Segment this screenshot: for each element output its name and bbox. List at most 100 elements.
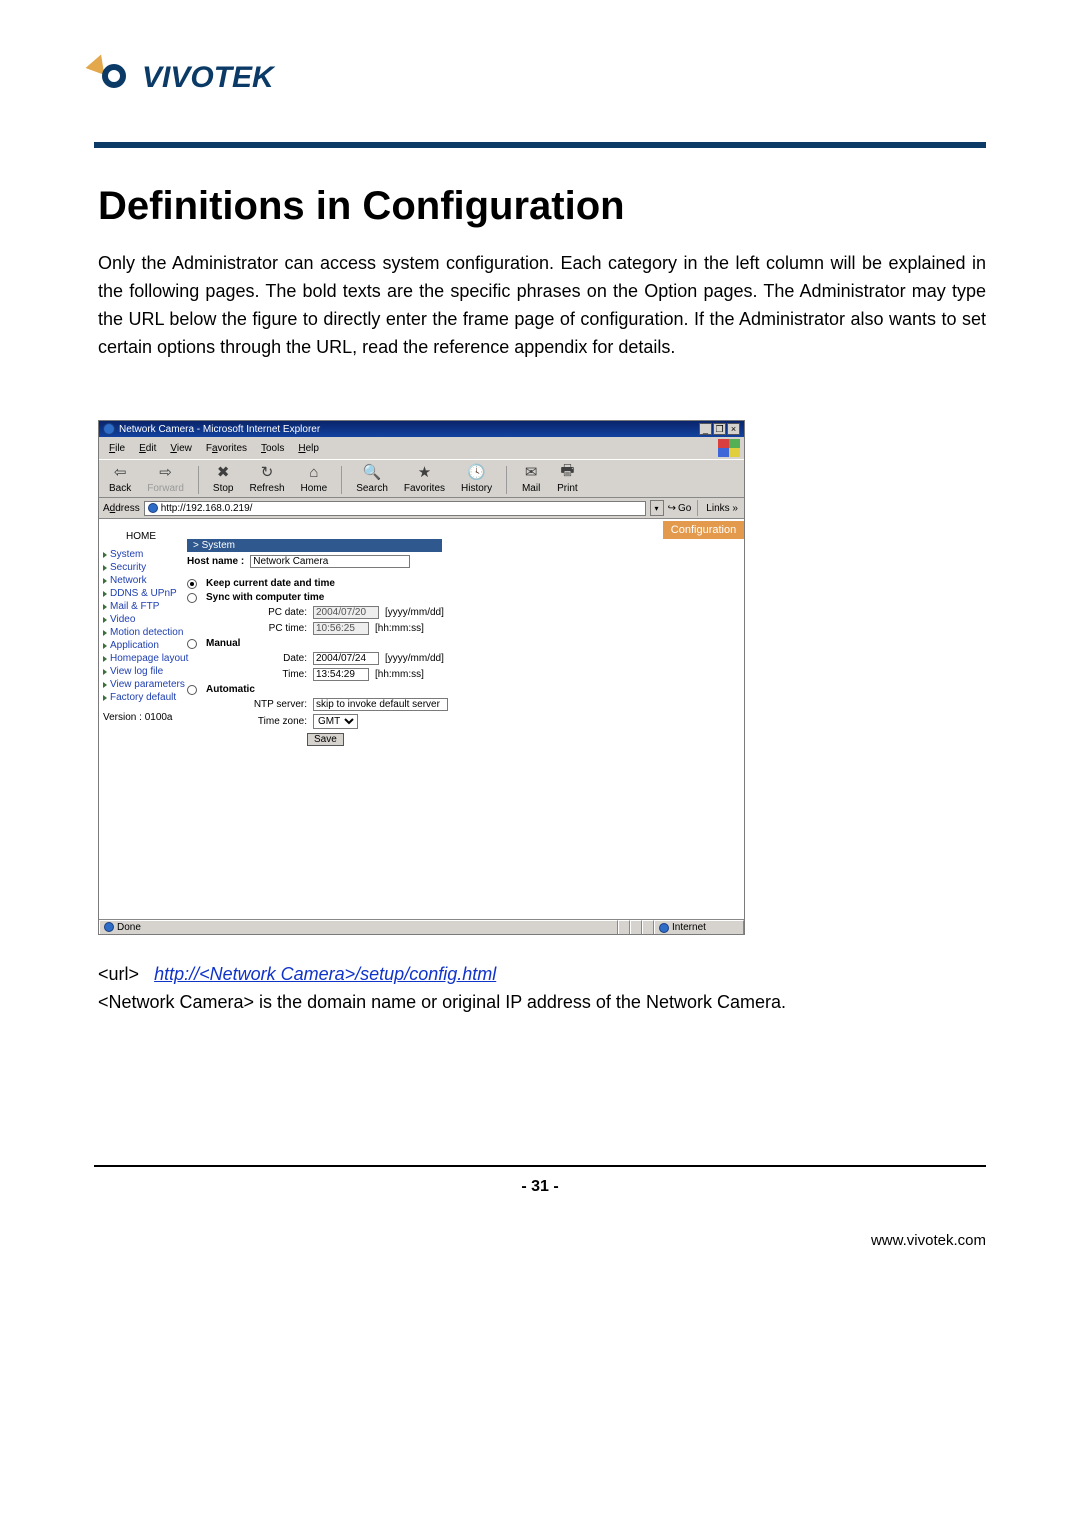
arrow-icon [103, 578, 107, 584]
favorites-icon: ★ [414, 462, 434, 482]
keep-current-label: Keep current date and time [206, 578, 335, 589]
radio-automatic[interactable] [187, 685, 197, 695]
sidebar-item-params[interactable]: View parameters [101, 678, 181, 691]
history-button[interactable]: 🕓History [457, 462, 496, 494]
configuration-banner: Configuration [663, 521, 744, 539]
windows-flag-icon [718, 439, 740, 457]
links-label[interactable]: Links » [704, 503, 740, 514]
done-icon [104, 922, 114, 932]
address-dropdown[interactable]: ▾ [650, 500, 664, 516]
domain-note: <Network Camera> is the domain name or o… [98, 992, 986, 1013]
page-number: - 31 - [0, 1178, 1080, 1196]
arrow-icon [103, 565, 107, 571]
menu-edit[interactable]: Edit [133, 442, 162, 455]
minimize-button[interactable]: _ [699, 423, 712, 435]
favorites-button[interactable]: ★Favorites [400, 462, 449, 494]
address-input[interactable]: http://192.168.0.219/ [144, 501, 646, 516]
pc-date-label: PC date: [227, 607, 307, 618]
go-button[interactable]: ↪Go [668, 503, 692, 514]
arrow-icon [103, 669, 107, 675]
sidebar-item-security[interactable]: Security [101, 561, 181, 574]
arrow-icon [103, 604, 107, 610]
automatic-label: Automatic [206, 684, 255, 695]
address-label: Address [103, 503, 140, 514]
ntp-server-label: NTP server: [227, 699, 307, 710]
timezone-label: Time zone: [227, 716, 307, 727]
manual-date-input[interactable] [313, 652, 379, 665]
sidebar-item-logfile[interactable]: View log file [101, 665, 181, 678]
arrow-icon [103, 656, 107, 662]
manual-time-label: Time: [227, 669, 307, 680]
search-button[interactable]: 🔍Search [352, 462, 392, 494]
refresh-button[interactable]: ↻Refresh [246, 462, 289, 494]
radio-keep-current[interactable] [187, 579, 197, 589]
hostname-label: Host name : [187, 556, 244, 567]
sidebar-home[interactable]: HOME [101, 527, 181, 548]
menu-help[interactable]: Help [292, 442, 325, 455]
sidebar-item-video[interactable]: Video [101, 613, 181, 626]
sidebar-item-homepage[interactable]: Homepage layout [101, 652, 181, 665]
ntp-server-input[interactable] [313, 698, 448, 711]
arrow-icon [103, 695, 107, 701]
save-button[interactable]: Save [307, 733, 344, 746]
menu-favorites[interactable]: Favorites [200, 442, 253, 455]
browser-screenshot: Network Camera - Microsoft Internet Expl… [98, 420, 745, 935]
close-button[interactable]: × [727, 423, 740, 435]
page-content: HOME System Security Network DDNS & UPnP… [99, 519, 744, 919]
sidebar-item-factory[interactable]: Factory default [101, 691, 181, 704]
url-label: <url> [98, 964, 139, 984]
menu-tools[interactable]: Tools [255, 442, 290, 455]
mail-button[interactable]: ✉Mail [517, 462, 545, 494]
radio-manual[interactable] [187, 639, 197, 649]
timezone-select[interactable]: GMT [313, 714, 358, 729]
stop-button[interactable]: ✖Stop [209, 462, 238, 494]
radio-sync-computer[interactable] [187, 593, 197, 603]
menu-bar: File Edit View Favorites Tools Help [99, 437, 744, 459]
intro-paragraph: Only the Administrator can access system… [98, 250, 986, 362]
maximize-button[interactable]: ❐ [713, 423, 726, 435]
sidebar-item-mailftp[interactable]: Mail & FTP [101, 600, 181, 613]
url-reference-line: <url> http://<Network Camera>/setup/conf… [98, 964, 496, 985]
footer-divider [94, 1165, 986, 1167]
url-link[interactable]: http://<Network Camera>/setup/config.htm… [154, 964, 496, 984]
brand-logo: VIVOTEK [90, 58, 274, 98]
arrow-icon [103, 552, 107, 558]
home-icon: ⌂ [304, 462, 324, 482]
print-button[interactable]: 🖶Print [553, 462, 582, 494]
status-done: Done [117, 922, 141, 933]
sidebar-item-application[interactable]: Application [101, 639, 181, 652]
internet-zone-icon [659, 923, 669, 933]
sync-computer-label: Sync with computer time [206, 592, 324, 603]
manual-time-format: [hh:mm:ss] [375, 669, 424, 680]
menu-view[interactable]: View [164, 442, 198, 455]
stop-icon: ✖ [213, 462, 233, 482]
page-icon [148, 503, 158, 513]
status-bar: Done Internet [99, 919, 744, 934]
hostname-input[interactable] [250, 555, 410, 568]
sidebar-item-motion[interactable]: Motion detection [101, 626, 181, 639]
sidebar-item-ddns[interactable]: DDNS & UPnP [101, 587, 181, 600]
pc-time-format: [hh:mm:ss] [375, 623, 424, 634]
sidebar-item-system[interactable]: System [101, 548, 181, 561]
manual-date-format: [yyyy/mm/dd] [385, 653, 444, 664]
pc-time-input [313, 622, 369, 635]
arrow-icon [103, 643, 107, 649]
logo-mark-icon [90, 58, 136, 98]
address-url: http://192.168.0.219/ [161, 503, 253, 514]
search-icon: 🔍 [362, 462, 382, 482]
footer-url: www.vivotek.com [871, 1232, 986, 1249]
system-panel-title: > System [187, 539, 442, 552]
mail-icon: ✉ [521, 462, 541, 482]
sidebar-item-network[interactable]: Network [101, 574, 181, 587]
manual-time-input[interactable] [313, 668, 369, 681]
back-button[interactable]: ⇦Back [105, 462, 135, 494]
pc-date-input [313, 606, 379, 619]
config-sidebar: HOME System Security Network DDNS & UPnP… [99, 519, 183, 919]
arrow-icon [103, 591, 107, 597]
home-button[interactable]: ⌂Home [297, 462, 332, 494]
config-main-pane: Configuration > System Host name : Keep … [183, 519, 744, 919]
back-arrow-icon: ⇦ [110, 462, 130, 482]
header-divider [94, 142, 986, 148]
menu-file[interactable]: File [103, 442, 131, 455]
status-zone: Internet [672, 922, 706, 933]
